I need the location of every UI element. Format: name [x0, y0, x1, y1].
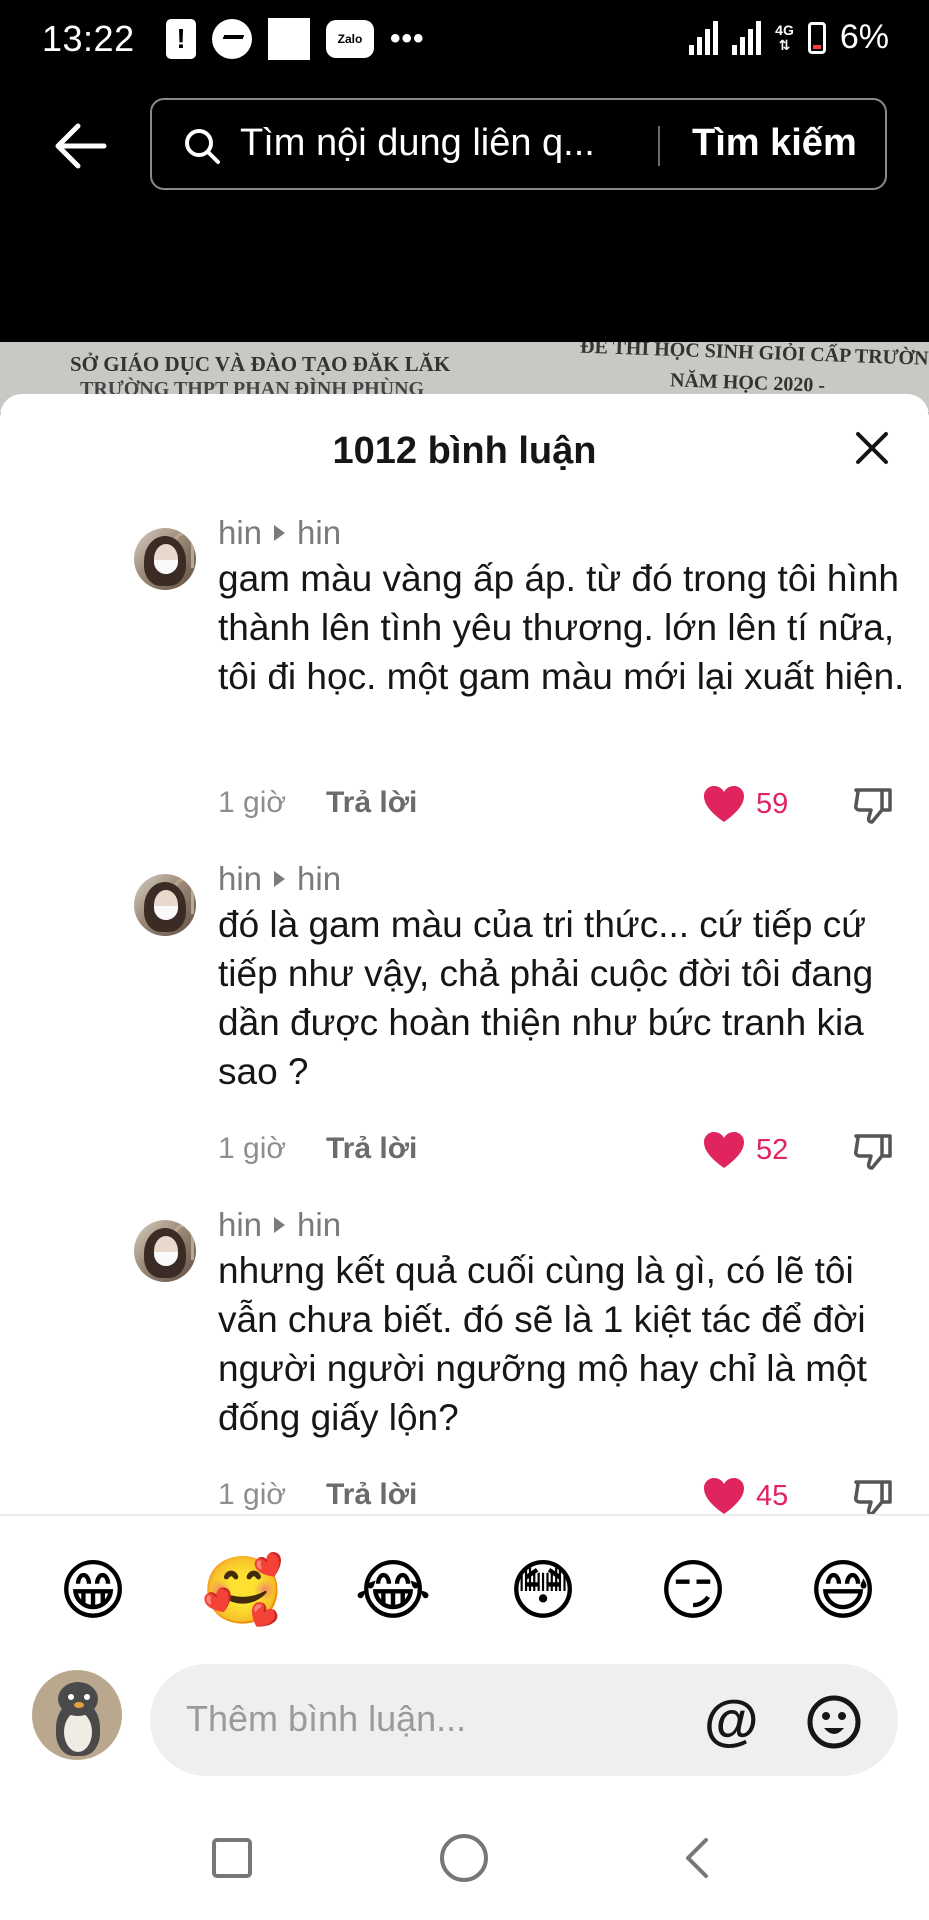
alert-icon: ! [166, 19, 196, 59]
emoji-picker-icon[interactable] [806, 1694, 862, 1750]
back-arrow-icon[interactable] [52, 118, 108, 174]
dislike-icon[interactable] [852, 1476, 894, 1514]
emoji-grin-button[interactable]: 😁 [48, 1550, 138, 1630]
reply-to-name[interactable]: hin [297, 1206, 341, 1244]
like-count: 59 [756, 788, 789, 820]
like-count: 45 [756, 1480, 789, 1512]
4g-icon: 4G ⇅ [775, 21, 794, 53]
comment-time: 1 giờ [218, 1132, 287, 1165]
search-button[interactable]: Tìm kiếm [692, 122, 857, 165]
home-icon[interactable] [440, 1834, 488, 1882]
search-bar[interactable]: Tìm nội dung liên q... Tìm kiếm [150, 98, 887, 190]
comment-text: đó là gam màu của tri thức... cứ tiếp cứ… [218, 904, 874, 1092]
add-comment-input[interactable]: Thêm bình luận... @ [150, 1664, 898, 1776]
comments-sheet: 1012 bình luận hin hin gam màu vàng ấp á… [0, 394, 929, 1920]
status-time: 13:22 [42, 18, 135, 59]
search-input[interactable]: Tìm nội dung liên q... [240, 122, 595, 165]
heart-icon[interactable] [702, 784, 746, 824]
comment-text: nhưng kết quả cuối cùng là gì, có lẽ tôi… [218, 1250, 867, 1438]
reply-button[interactable]: Trả lời [326, 1132, 417, 1166]
comment-author[interactable]: hin hin [218, 860, 341, 898]
emoji-sweat-smile-button[interactable]: 😅 [798, 1550, 888, 1630]
comment-author[interactable]: hin hin [218, 514, 341, 552]
system-nav-bar [0, 1800, 929, 1920]
reply-arrow-icon [274, 1217, 286, 1233]
battery-percent: 6% [839, 18, 889, 56]
avatar[interactable] [134, 874, 196, 936]
messenger-icon [212, 19, 252, 59]
emoji-flushed-button[interactable]: 😳 [498, 1550, 588, 1630]
emoji-smiling-hearts-button[interactable]: 🥰 [198, 1550, 288, 1630]
author-name[interactable]: hin [218, 860, 262, 898]
avatar[interactable] [134, 1220, 196, 1282]
author-name[interactable]: hin [218, 514, 262, 552]
comment-placeholder[interactable]: Thêm bình luận... [186, 1698, 466, 1740]
current-user-avatar[interactable] [32, 1670, 122, 1760]
search-icon [185, 129, 220, 164]
square-icon [268, 18, 310, 60]
system-icons: 4G ⇅ 6% [689, 18, 889, 57]
like-count: 52 [756, 1134, 789, 1166]
comment-item: hin hin đó là gam màu của tri thức... cứ… [0, 860, 929, 1200]
quick-emoji-row: 😁 🥰 😂 😳 😏 😅 [0, 1550, 929, 1630]
comments-count-title: 1012 bình luận [332, 430, 597, 472]
close-icon[interactable] [852, 428, 892, 468]
recent-apps-icon[interactable] [212, 1838, 252, 1878]
emoji-smirk-button[interactable]: 😏 [648, 1550, 738, 1630]
reply-to-name[interactable]: hin [297, 860, 341, 898]
battery-icon [807, 21, 826, 54]
more-dots-icon: ••• [390, 22, 425, 55]
comment-author[interactable]: hin hin [218, 1206, 341, 1244]
comment-time: 1 giờ [218, 786, 287, 819]
network-label: 4G [775, 21, 794, 38]
status-bar: 13:22 ! Zalo ••• 4G ⇅ 6% [0, 0, 929, 80]
nav-back-icon[interactable] [676, 1836, 720, 1880]
emoji-tears-of-joy-button[interactable]: 😂 [348, 1550, 438, 1630]
reply-arrow-icon [274, 871, 286, 887]
heart-icon[interactable] [702, 1476, 746, 1514]
notification-icons: ! Zalo ••• [166, 18, 425, 60]
comment-time: 1 giờ [218, 1478, 287, 1511]
reply-arrow-icon [274, 525, 286, 541]
zalo-icon: Zalo [326, 20, 374, 58]
video-text-line: ĐỀ THI HỌC SINH GIỎI CẤP TRƯỜNG [579, 342, 929, 371]
video-text-line: SỞ GIÁO DỤC VÀ ĐÀO TẠO ĐĂK LĂK [70, 352, 451, 376]
comment-item: hin hin gam màu vàng ấp áp. từ đó trong … [0, 514, 929, 854]
search-divider [658, 126, 660, 166]
reply-button[interactable]: Trả lời [326, 786, 417, 820]
reply-to-name[interactable]: hin [297, 514, 341, 552]
dislike-icon[interactable] [852, 784, 894, 826]
dislike-icon[interactable] [852, 1130, 894, 1172]
comment-text: gam màu vàng ấp áp. từ đó trong tôi hình… [218, 558, 905, 697]
mention-icon[interactable]: @ [704, 1688, 759, 1752]
avatar[interactable] [134, 528, 196, 590]
signal-icon [732, 20, 762, 55]
comment-item: hin hin nhưng kết quả cuối cùng là gì, c… [0, 1206, 929, 1514]
signal-icon [689, 20, 719, 55]
comments-list: hin hin gam màu vàng ấp áp. từ đó trong … [0, 514, 929, 1514]
screen: 13:22 ! Zalo ••• 4G ⇅ 6% Tìm nội dung li… [0, 0, 929, 1920]
reply-button[interactable]: Trả lời [326, 1478, 417, 1512]
author-name[interactable]: hin [218, 1206, 262, 1244]
heart-icon[interactable] [702, 1130, 746, 1170]
